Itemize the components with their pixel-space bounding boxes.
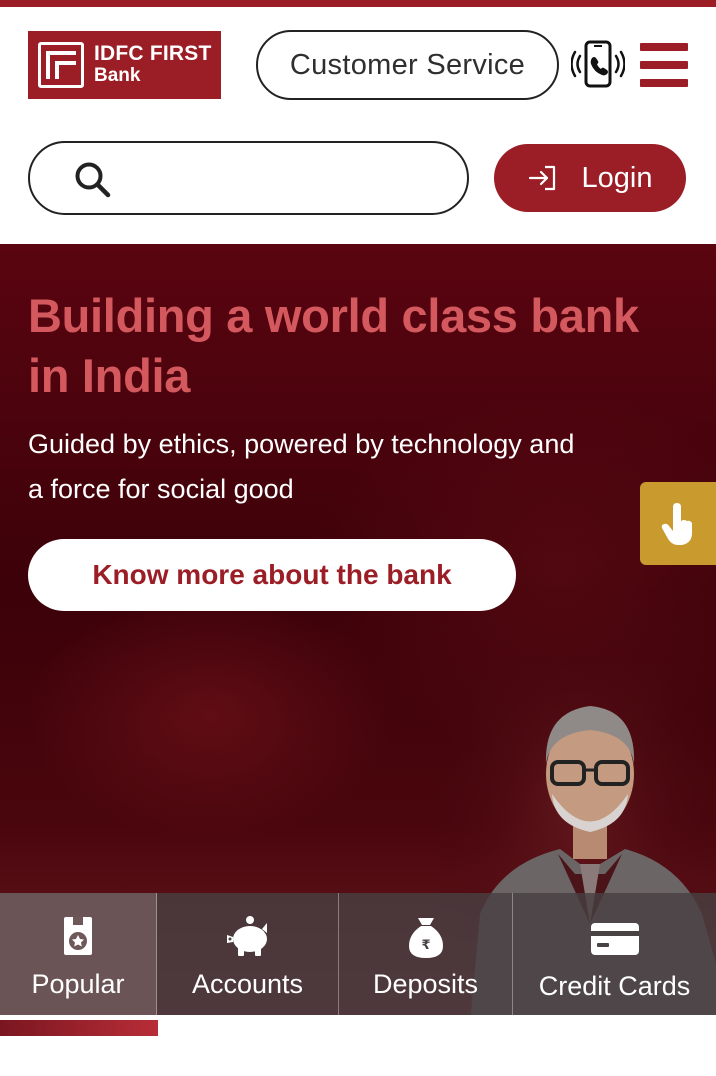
top-brand-strip — [0, 0, 716, 7]
svg-text:₹: ₹ — [421, 938, 430, 953]
know-more-button[interactable]: Know more about the bank — [28, 539, 516, 611]
tab-deposits[interactable]: ₹ Deposits — [339, 893, 513, 1015]
badge-star-icon — [64, 917, 92, 955]
search-bar[interactable] — [28, 141, 469, 215]
search-icon — [75, 162, 111, 198]
logo-text-line1: IDFC FIRST — [94, 42, 212, 66]
customer-service-button[interactable]: Customer Service — [256, 30, 559, 100]
logo-mark-icon — [38, 42, 84, 88]
hero-title: Building a world class bank in India — [28, 289, 639, 402]
idfc-first-bank-logo[interactable]: IDFC FIRST Bank — [28, 31, 221, 99]
tap-hand-icon[interactable] — [640, 482, 716, 565]
search-input[interactable] — [126, 157, 446, 201]
login-label: Login — [581, 161, 653, 194]
tab-deposits-label: Deposits — [372, 969, 479, 999]
login-button[interactable]: Login — [494, 144, 686, 212]
hamburger-menu-icon[interactable] — [640, 43, 688, 87]
tab-popular-label: Popular — [31, 969, 125, 999]
active-tab-indicator — [0, 1020, 158, 1036]
money-bag-rupee-icon: ₹ — [408, 918, 443, 958]
tab-accounts[interactable]: Accounts — [157, 893, 339, 1015]
logo-text: IDFC FIRST Bank — [94, 43, 212, 86]
logo-text-line2: Bank — [94, 65, 141, 87]
credit-card-icon — [590, 923, 639, 955]
product-category-tabs: Popular Accounts ₹ Deposits Credit Cards — [0, 893, 716, 1015]
hero-subtitle: Guided by ethics, powered by technology … — [28, 429, 575, 504]
tab-popular[interactable]: Popular — [0, 893, 157, 1015]
login-arrow-icon — [528, 165, 555, 191]
tab-credit-cards[interactable]: Credit Cards — [513, 893, 716, 1015]
call-phone-icon[interactable] — [570, 38, 626, 92]
piggy-bank-icon — [226, 916, 267, 956]
tab-credit-cards-label: Credit Cards — [538, 971, 691, 1001]
tab-accounts-label: Accounts — [191, 969, 304, 999]
